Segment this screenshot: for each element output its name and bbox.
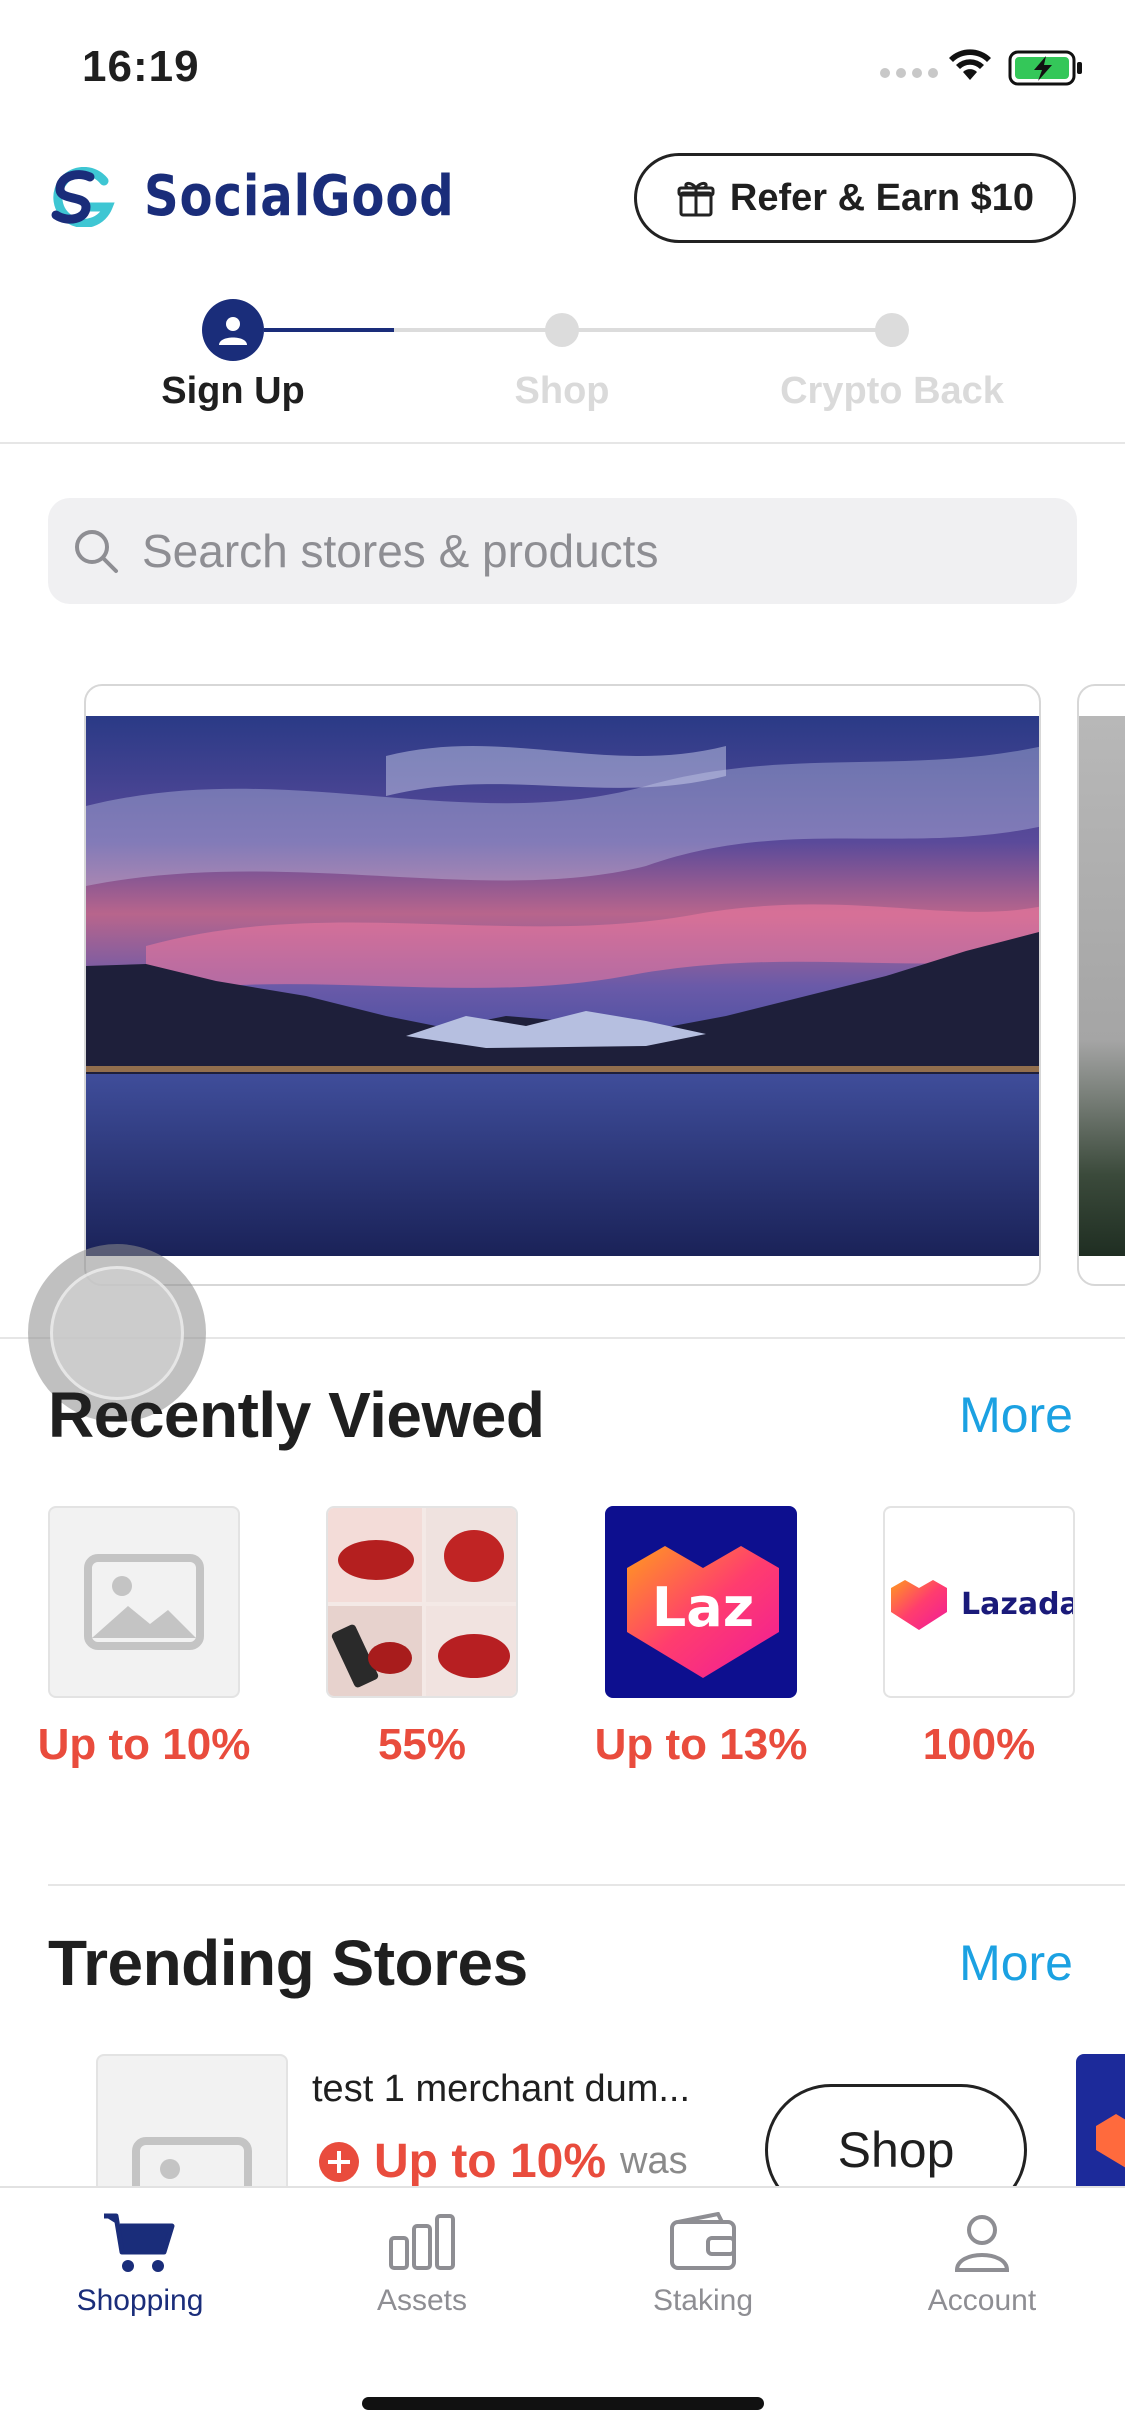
- tab-label: Assets: [376, 2284, 468, 2317]
- person-icon: [954, 2215, 1010, 2272]
- search-bar[interactable]: Search stores & products: [48, 498, 1077, 604]
- recently-viewed-list: Up to 10% 55% Laz Up to 13% Lazada 100%: [0, 1506, 1125, 1786]
- search-input[interactable]: Search stores & products: [142, 524, 658, 578]
- person-icon: [202, 299, 264, 361]
- recent-item-cashback: Up to 13%: [594, 1720, 808, 1769]
- tab-shopping[interactable]: Shopping: [30, 2212, 250, 2318]
- step-sign-up: [198, 295, 268, 361]
- recent-item-thumbnail: Lazada: [883, 1506, 1075, 1698]
- recent-item-cashback: 100%: [922, 1720, 1036, 1769]
- brand: SocialGood: [46, 164, 505, 229]
- banner-image: [1079, 716, 1125, 1256]
- lazada-logo-text: Lazada: [961, 1587, 1075, 1622]
- tab-staking[interactable]: Staking: [593, 2212, 813, 2318]
- divider: [48, 1884, 1125, 1886]
- stepper-line: [562, 328, 892, 332]
- step-dot: [875, 313, 909, 347]
- cellular-signal-icon: [880, 68, 938, 78]
- tab-label: Staking: [652, 2284, 754, 2317]
- battery-charging-icon: [1008, 50, 1082, 86]
- step-label: Sign Up: [161, 370, 305, 412]
- recent-item-thumbnail: Laz: [605, 1506, 797, 1698]
- recent-item[interactable]: 55%: [312, 1506, 532, 1770]
- wallet-icon: [670, 2212, 736, 2270]
- recently-viewed-more-link[interactable]: More: [959, 1386, 1073, 1444]
- socialgood-logo-icon: [51, 166, 115, 227]
- tab-label: Account: [927, 2284, 1037, 2317]
- step-dot: [545, 313, 579, 347]
- recent-item-thumbnail: [326, 1506, 518, 1698]
- tab-label: Shopping: [76, 2284, 204, 2317]
- refer-earn-label: Refer & Earn $10: [729, 176, 1035, 219]
- status-bar: 16:19: [0, 0, 1125, 140]
- laz-logo-text: Laz: [652, 1576, 754, 1639]
- cart-icon: [104, 2213, 175, 2272]
- home-indicator: [362, 2397, 764, 2410]
- step-label: Shop: [514, 370, 610, 412]
- recent-item-cashback: 55%: [377, 1720, 467, 1769]
- step-shop: [527, 295, 597, 347]
- wifi-icon: [949, 49, 991, 80]
- stepper-progress-line: [264, 328, 394, 332]
- trending-stores-title: Trending Stores: [48, 1927, 528, 1999]
- trending-stores-more-link[interactable]: More: [959, 1934, 1073, 1992]
- bar-chart-icon: [389, 2214, 455, 2270]
- recently-viewed-title: Recently Viewed: [48, 1379, 545, 1451]
- banner-image: [86, 716, 1039, 1256]
- step-crypto-back: [857, 295, 927, 347]
- lipstick-photo: [328, 1508, 516, 1696]
- onboarding-stepper: Sign Up Shop Crypto Back: [0, 295, 1125, 445]
- divider: [0, 442, 1125, 444]
- promo-banner[interactable]: [84, 684, 1041, 1286]
- tab-assets[interactable]: Assets: [312, 2212, 532, 2318]
- recent-item-cashback: Up to 10%: [37, 1720, 251, 1769]
- recent-item[interactable]: Lazada 100%: [869, 1506, 1089, 1770]
- store-name: test 1 merchant dum...: [312, 2068, 691, 2110]
- store-cashback-row: Up to 10% was: [318, 2134, 688, 2189]
- recent-item[interactable]: Up to 10%: [34, 1506, 254, 1770]
- recent-item-thumbnail: [48, 1506, 240, 1698]
- step-label: Crypto Back: [780, 370, 1004, 412]
- store-was-label: was: [620, 2140, 688, 2182]
- status-time: 16:19: [82, 42, 200, 91]
- plus-circle-icon: [319, 2141, 359, 2182]
- lazada-logo: Lazada: [891, 1580, 1075, 1630]
- placeholder-image-icon: [84, 1554, 204, 1650]
- brand-name: SocialGood: [144, 164, 455, 229]
- app-header: SocialGood Refer & Earn $10: [0, 150, 1125, 250]
- search-icon: [75, 530, 118, 573]
- recent-item[interactable]: Laz Up to 13%: [591, 1506, 811, 1770]
- tab-account[interactable]: Account: [872, 2212, 1092, 2318]
- refer-earn-button[interactable]: Refer & Earn $10: [634, 153, 1076, 243]
- laz-logo: Laz: [607, 1508, 795, 1696]
- gift-icon: [677, 181, 715, 217]
- promo-banner-next[interactable]: [1077, 684, 1125, 1286]
- store-cashback: Up to 10%: [374, 2135, 607, 2188]
